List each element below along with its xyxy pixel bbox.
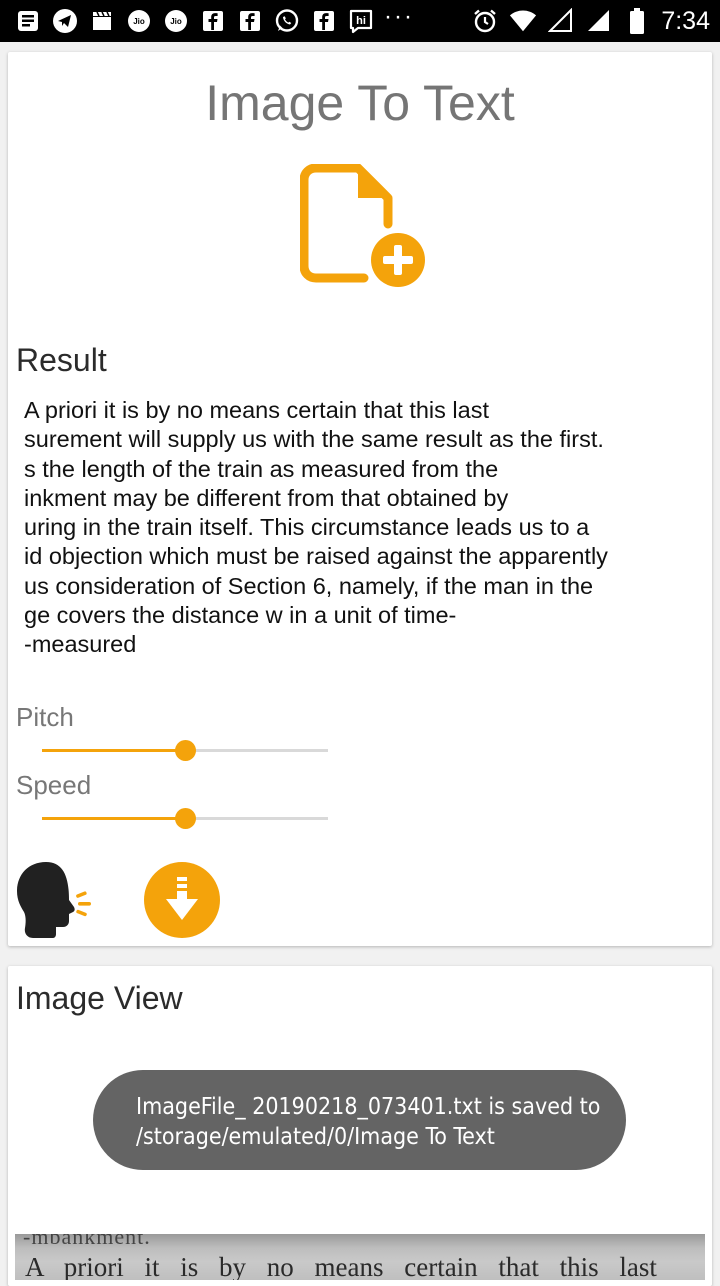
telegram-icon xyxy=(51,7,79,35)
speak-button[interactable] xyxy=(14,860,98,940)
scanned-image-top-text: -mbankment. xyxy=(23,1234,151,1249)
speed-slider-thumb[interactable] xyxy=(175,808,196,829)
download-button[interactable] xyxy=(144,862,220,938)
page-title: Image To Text xyxy=(205,75,515,131)
toast-line-2: /storage/emulated/0/Image To Text xyxy=(136,1124,495,1150)
alarm-icon xyxy=(471,7,499,35)
notification-icons: Jio Jio hi ··· xyxy=(14,3,414,35)
scanned-image: -mbankment. A priori it is by no means c… xyxy=(15,1234,705,1280)
speed-label: Speed xyxy=(16,770,92,800)
image-view-heading: Image View xyxy=(16,980,183,1016)
signal-icon xyxy=(585,7,613,35)
whatsapp-icon xyxy=(273,7,301,35)
jio-icon: Jio xyxy=(125,7,153,35)
scanned-image-text: A priori it is by no means certain that … xyxy=(25,1252,657,1280)
pitch-slider-thumb[interactable] xyxy=(175,740,196,761)
download-icon xyxy=(166,877,198,920)
clock-time: 7:34 xyxy=(661,6,710,35)
jio-icon: Jio xyxy=(162,7,190,35)
battery-icon xyxy=(623,7,651,35)
result-heading: Result xyxy=(16,342,107,378)
signal-empty-icon xyxy=(547,7,575,35)
facebook-icon xyxy=(199,7,227,35)
pitch-label: Pitch xyxy=(16,702,74,732)
facebook-icon xyxy=(236,7,264,35)
clapper-icon xyxy=(88,7,116,35)
result-text: A priori it is by no means certain that … xyxy=(24,397,608,658)
news-icon xyxy=(14,7,42,35)
toast-line-1: ImageFile_ 20190218_073401.txt is saved … xyxy=(136,1094,601,1120)
overflow-dots: ··· xyxy=(384,3,414,30)
speaking-head-icon xyxy=(17,862,91,938)
svg-text:hi: hi xyxy=(356,15,366,27)
speed-slider[interactable] xyxy=(42,807,328,831)
add-file-button[interactable] xyxy=(299,163,430,294)
hike-icon: hi xyxy=(347,7,375,35)
svg-text:Jio: Jio xyxy=(170,17,182,26)
system-icons: 7:34 xyxy=(471,7,710,36)
wifi-icon xyxy=(509,7,537,35)
image-to-text-card: Image To Text Result A priori it is by n… xyxy=(8,52,712,946)
status-bar: Jio Jio hi ··· 7:34 xyxy=(0,0,720,42)
facebook-icon xyxy=(310,7,338,35)
pitch-slider[interactable] xyxy=(42,739,328,763)
file-add-icon xyxy=(299,163,425,287)
toast-message: ImageFile_ 20190218_073401.txt is saved … xyxy=(93,1070,626,1170)
svg-text:Jio: Jio xyxy=(133,17,145,26)
